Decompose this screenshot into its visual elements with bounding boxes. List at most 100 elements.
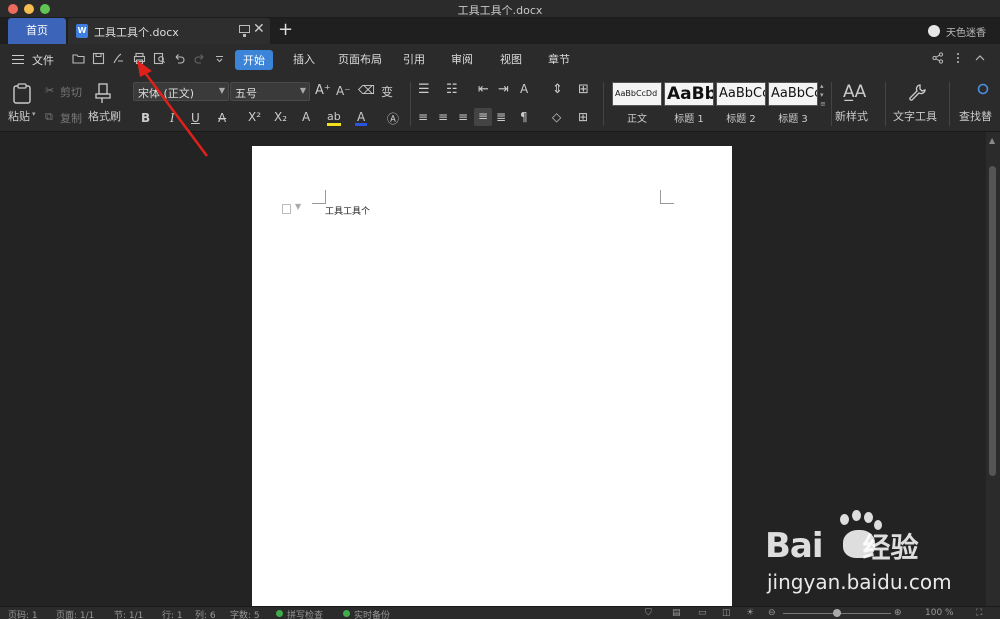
zoom-level[interactable]: 100 % xyxy=(925,608,954,618)
style-scroll-icon[interactable]: ▴ ▾ ≡ xyxy=(820,82,826,109)
chevron-up-icon[interactable] xyxy=(974,52,986,64)
fullscreen-icon[interactable]: ⛶ xyxy=(976,608,982,618)
char-border-icon[interactable]: Ⓐ xyxy=(387,110,399,127)
tab-chapter[interactable]: 章节 xyxy=(548,51,570,67)
share-icon[interactable] xyxy=(932,52,944,64)
tab-view[interactable]: 视图 xyxy=(500,51,522,67)
copy-icon[interactable]: ⧉ xyxy=(45,110,53,124)
zoom-out-icon[interactable]: ⊖ xyxy=(768,608,776,618)
strikethrough-icon[interactable]: A xyxy=(218,111,226,125)
tab-reference[interactable]: 引用 xyxy=(403,51,425,67)
open-folder-icon[interactable] xyxy=(72,52,85,65)
align-left-icon[interactable]: ≡ xyxy=(418,110,428,124)
monitor-icon[interactable] xyxy=(239,25,250,37)
sort-icon[interactable]: A xyxy=(520,82,528,96)
style-heading2-label[interactable]: 标题 2 xyxy=(716,110,766,125)
scissors-icon[interactable]: ✂ xyxy=(45,84,54,97)
phonetic-guide-icon[interactable]: 变 xyxy=(381,83,393,100)
shading-icon[interactable]: ◇ xyxy=(552,110,561,124)
paste-button[interactable]: 粘贴 xyxy=(8,108,30,124)
style-heading3-preview[interactable]: AaBbCc xyxy=(768,82,818,106)
shrink-font-icon[interactable]: A⁻ xyxy=(336,84,351,98)
cut-button[interactable]: 剪切 xyxy=(60,84,82,100)
backup-toggle[interactable]: 实时备份 xyxy=(354,608,390,619)
scrollbar-thumb[interactable] xyxy=(989,166,996,476)
search-icon[interactable] xyxy=(975,83,989,97)
highlight-icon[interactable]: ab xyxy=(327,110,341,123)
avatar[interactable] xyxy=(928,25,940,37)
justify-icon[interactable]: ≡ xyxy=(474,108,492,126)
bold-icon[interactable]: B xyxy=(141,111,150,125)
chevron-down-icon[interactable] xyxy=(213,52,226,65)
font-size-select[interactable]: 五号 ▼ xyxy=(230,82,310,101)
tab-start[interactable]: 开始 xyxy=(235,50,273,70)
format-painter-icon[interactable] xyxy=(93,82,113,104)
undo-icon[interactable] xyxy=(173,52,186,65)
new-style-icon[interactable]: A̲A xyxy=(843,82,866,102)
status-page-number[interactable]: 页码: 1 xyxy=(8,608,38,619)
zoom-slider-handle[interactable] xyxy=(833,609,841,617)
print-preview-icon[interactable] xyxy=(153,52,166,65)
user-name[interactable]: 天色迷香 xyxy=(946,24,986,39)
new-style-button[interactable]: 新样式 xyxy=(835,108,868,124)
close-tab-icon[interactable]: ✕ xyxy=(253,21,265,37)
font-color-icon[interactable]: A xyxy=(357,110,365,124)
export-pdf-icon[interactable] xyxy=(112,52,125,65)
style-heading3-label[interactable]: 标题 3 xyxy=(768,110,818,125)
hamburger-menu-icon[interactable] xyxy=(12,55,24,64)
zoom-in-icon[interactable]: ⊕ xyxy=(894,608,902,618)
style-heading1-preview[interactable]: AaBb xyxy=(664,82,714,106)
subscript-icon[interactable]: X₂ xyxy=(274,110,287,124)
tab-page-layout[interactable]: 页面布局 xyxy=(338,51,382,67)
find-replace-button[interactable]: 查找替 xyxy=(959,108,992,124)
tab-insert[interactable]: 插入 xyxy=(293,51,315,67)
style-normal-label[interactable]: 正文 xyxy=(612,110,662,125)
save-icon[interactable] xyxy=(92,52,105,65)
tab-document[interactable]: W 工具工具个.docx ✕ xyxy=(68,18,270,44)
read-view-icon[interactable]: ◫ xyxy=(722,608,731,618)
style-heading1-label[interactable]: 标题 1 xyxy=(664,110,714,125)
font-family-select[interactable]: 宋体 (正文) ▼ xyxy=(133,82,229,101)
paste-icon[interactable] xyxy=(11,82,33,104)
scroll-up-icon[interactable]: ▲ xyxy=(989,136,995,145)
copy-button[interactable]: 复制 xyxy=(60,110,82,126)
status-pages[interactable]: 页面: 1/1 xyxy=(56,608,94,619)
border-icon[interactable]: ⊞ xyxy=(578,110,588,124)
align-center-icon[interactable]: ≡ xyxy=(438,110,448,124)
wrench-icon[interactable] xyxy=(907,83,927,103)
style-normal-preview[interactable]: AaBbCcDd xyxy=(612,82,662,106)
status-column[interactable]: 列: 6 xyxy=(195,608,216,619)
print-icon[interactable] xyxy=(133,52,146,65)
text-tools-button[interactable]: 文字工具 xyxy=(893,108,937,124)
vertical-scrollbar[interactable]: ▲ xyxy=(986,132,1000,606)
paragraph-marker-icon[interactable] xyxy=(282,204,291,214)
document-body-text[interactable]: 工具工具个 xyxy=(325,204,370,217)
page-view-icon[interactable]: ▤ xyxy=(672,608,681,618)
bullet-list-icon[interactable]: ☰ xyxy=(418,82,430,97)
text-effect-icon[interactable]: A xyxy=(302,110,310,124)
document-page[interactable]: ▼ 工具工具个 xyxy=(252,146,732,606)
status-word-count[interactable]: 字数: 5 xyxy=(230,608,260,619)
redo-icon[interactable] xyxy=(193,52,206,65)
chevron-down-icon[interactable]: ▼ xyxy=(295,202,301,211)
line-spacing-icon[interactable]: ⇕ xyxy=(552,82,563,97)
eye-protect-icon[interactable]: ☀ xyxy=(746,608,754,618)
numbered-list-icon[interactable]: ☷ xyxy=(446,82,458,97)
new-tab-button[interactable]: + xyxy=(278,19,293,40)
decrease-indent-icon[interactable]: ⇤ xyxy=(478,82,489,97)
tab-home[interactable]: 首页 xyxy=(8,18,66,44)
table-border-icon[interactable]: ⊞ xyxy=(578,82,589,97)
italic-icon[interactable]: I xyxy=(170,111,175,125)
superscript-icon[interactable]: X² xyxy=(248,110,261,124)
more-options-icon[interactable] xyxy=(955,52,961,64)
paste-dropdown-icon[interactable]: ▾ xyxy=(32,110,36,118)
grow-font-icon[interactable]: A⁺ xyxy=(315,83,331,98)
web-view-icon[interactable]: ▭ xyxy=(698,608,707,618)
status-section[interactable]: 节: 1/1 xyxy=(114,608,143,619)
underline-icon[interactable]: U xyxy=(191,111,200,125)
clear-format-icon[interactable]: ⌫ xyxy=(358,83,375,97)
increase-indent-icon[interactable]: ⇥ xyxy=(498,82,509,97)
style-heading2-preview[interactable]: AaBbCc xyxy=(716,82,766,106)
paragraph-icon[interactable]: ¶ xyxy=(520,110,528,124)
format-painter-button[interactable]: 格式刷 xyxy=(88,108,121,124)
